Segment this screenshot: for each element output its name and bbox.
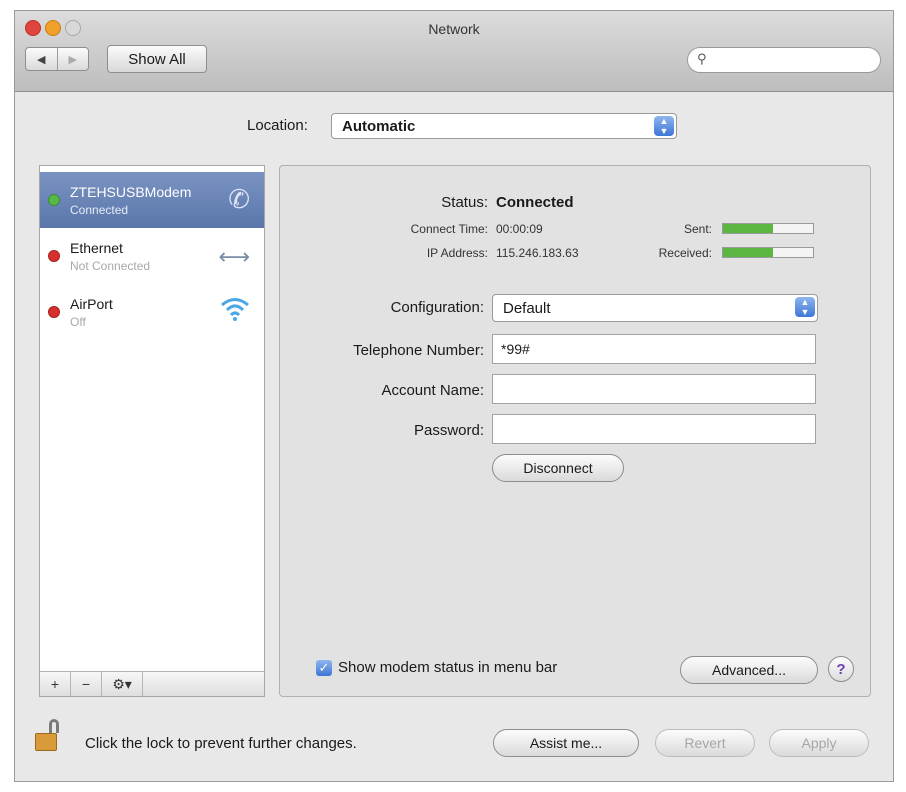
received-meter-fill bbox=[723, 248, 773, 257]
ip-address-label: IP Address: bbox=[426, 246, 488, 260]
disconnected-dot-icon bbox=[48, 250, 60, 262]
remove-service-button[interactable]: − bbox=[71, 672, 102, 696]
received-meter bbox=[722, 247, 814, 258]
connected-dot-icon bbox=[48, 194, 60, 206]
service-list-toolbar: + − ⚙▾ bbox=[40, 671, 264, 696]
sent-label: Sent: bbox=[683, 222, 712, 236]
select-stepper-icon: ▲ ▼ bbox=[795, 297, 815, 317]
ip-address-value: 115.246.183.63 bbox=[496, 246, 579, 260]
service-list: ZTEHSUSBModem Connected ✆ Ethernet Not C… bbox=[39, 165, 265, 697]
sent-meter bbox=[722, 223, 814, 234]
help-icon[interactable]: ? bbox=[828, 656, 854, 682]
assist-me-button[interactable]: Assist me... bbox=[493, 729, 639, 757]
show-all-button[interactable]: Show All bbox=[107, 45, 207, 73]
connect-time-value: 00:00:09 bbox=[496, 222, 543, 236]
advanced-button[interactable]: Advanced... bbox=[680, 656, 818, 684]
title-bar: Network ◀ ▶ Show All ⚲ bbox=[15, 11, 893, 92]
lock-icon[interactable] bbox=[35, 719, 59, 753]
telephone-label: Telephone Number: bbox=[353, 342, 484, 359]
configuration-select[interactable]: Default ▲ ▼ bbox=[492, 294, 818, 322]
telephone-number-field[interactable]: *99# bbox=[492, 334, 816, 364]
service-name: Ethernet bbox=[70, 240, 123, 256]
account-name-field[interactable] bbox=[492, 374, 816, 404]
search-icon: ⚲ bbox=[697, 51, 707, 66]
back-arrow-icon[interactable]: ◀ bbox=[26, 48, 57, 70]
forward-arrow-icon[interactable]: ▶ bbox=[56, 48, 89, 70]
ethernet-arrows-icon: ⟷ bbox=[218, 244, 250, 269]
apply-button[interactable]: Apply bbox=[769, 729, 869, 757]
disconnect-button[interactable]: Disconnect bbox=[492, 454, 624, 482]
add-service-button[interactable]: + bbox=[40, 672, 71, 696]
phone-icon: ✆ bbox=[228, 184, 250, 214]
connect-time-label: Connect Time: bbox=[410, 222, 488, 236]
service-status: Off bbox=[70, 315, 86, 329]
disconnected-dot-icon bbox=[48, 306, 60, 318]
account-name-label: Account Name: bbox=[381, 382, 484, 399]
revert-button[interactable]: Revert bbox=[655, 729, 755, 757]
configuration-label: Configuration: bbox=[390, 299, 484, 316]
configuration-value: Default bbox=[503, 300, 551, 317]
service-detail-panel: Status: Connected Connect Time: 00:00:09… bbox=[279, 165, 871, 697]
service-item-ethernet[interactable]: Ethernet Not Connected ⟷ bbox=[40, 228, 264, 284]
search-field[interactable]: ⚲ bbox=[687, 47, 881, 73]
service-name: AirPort bbox=[70, 296, 113, 312]
service-name: ZTEHSUSBModem bbox=[70, 184, 192, 200]
window-title: Network bbox=[428, 21, 480, 37]
password-field[interactable] bbox=[492, 414, 816, 444]
status-label: Status: bbox=[441, 194, 488, 211]
show-modem-status-label: Show modem status in menu bar bbox=[338, 659, 558, 676]
gear-icon[interactable]: ⚙▾ bbox=[102, 672, 143, 696]
lock-text: Click the lock to prevent further change… bbox=[85, 735, 357, 752]
select-stepper-icon: ▲ ▼ bbox=[654, 116, 674, 136]
back-forward-group: ◀ ▶ bbox=[25, 47, 89, 71]
password-label: Password: bbox=[413, 422, 484, 439]
wifi-icon bbox=[220, 296, 250, 329]
service-item-airport[interactable]: AirPort Off bbox=[40, 284, 264, 340]
sent-meter-fill bbox=[723, 224, 773, 233]
received-label: Received: bbox=[658, 246, 712, 260]
service-item-modem[interactable]: ZTEHSUSBModem Connected ✆ bbox=[40, 172, 264, 228]
location-select[interactable]: Automatic ▲ ▼ bbox=[331, 113, 677, 139]
status-value: Connected bbox=[496, 194, 574, 211]
show-modem-status-checkbox[interactable]: ✓ bbox=[316, 660, 332, 676]
location-value: Automatic bbox=[342, 118, 416, 135]
location-label: Location: bbox=[247, 117, 308, 134]
service-status: Connected bbox=[70, 203, 129, 217]
service-status: Not Connected bbox=[70, 259, 151, 273]
network-preferences-window: Network ◀ ▶ Show All ⚲ Location: Automat… bbox=[14, 10, 894, 782]
